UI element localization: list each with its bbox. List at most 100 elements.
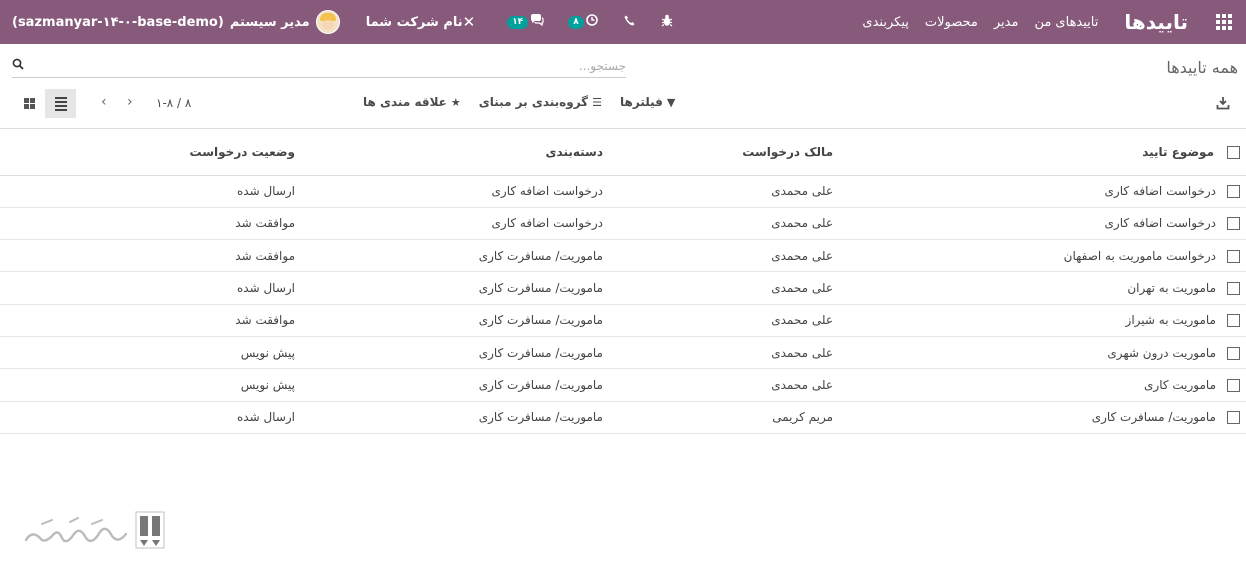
cell-subject: ماموریت به شیراز bbox=[833, 304, 1216, 337]
cell-category: ماموریت/ مسافرت کاری bbox=[295, 271, 603, 305]
menu-my-approvals[interactable]: تاییدهای من bbox=[1026, 15, 1106, 30]
cell-subject: ماموریت درون شهری bbox=[833, 336, 1216, 370]
cell-owner: علی محمدی bbox=[603, 271, 833, 305]
table-row[interactable]: درخواست اضافه کاری علی محمدی درخواست اضا… bbox=[0, 207, 1246, 241]
navbar-left: (sazmanyar-۱۴-۰-base-demo) مدیر سیستم نا… bbox=[0, 0, 673, 44]
cell-category: ماموریت/ مسافرت کاری bbox=[295, 304, 603, 337]
watermark-logo bbox=[24, 511, 165, 549]
row-select-cell bbox=[1216, 175, 1246, 208]
group-by-button[interactable]: ☰ گروه‌بندی بر مبنای bbox=[479, 95, 602, 109]
column-category[interactable]: دسته‌بندی bbox=[295, 129, 603, 176]
user-menu[interactable]: مدیر سیستم bbox=[230, 10, 340, 34]
row-select-cell bbox=[1216, 368, 1246, 402]
pager-previous-icon[interactable]: ‹ bbox=[101, 94, 107, 110]
main-menu: تاییدهای من مدیر محصولات پیکربندی bbox=[854, 15, 1106, 30]
list-icon bbox=[54, 96, 67, 111]
activities-badge: ۸ bbox=[568, 15, 584, 29]
menu-manager[interactable]: مدیر bbox=[986, 15, 1027, 30]
approvals-list: موضوع تایید مالک درخواست دسته‌بندی وضعیت… bbox=[0, 128, 1246, 434]
bars-icon: ☰ bbox=[592, 95, 603, 109]
row-checkbox[interactable] bbox=[1227, 378, 1240, 392]
cell-subject: درخواست اضافه کاری bbox=[833, 207, 1216, 241]
row-checkbox[interactable] bbox=[1227, 282, 1240, 296]
cell-owner: علی محمدی bbox=[603, 368, 833, 402]
favorites-label: علاقه مندی ها bbox=[363, 95, 447, 109]
kanban-view-button[interactable] bbox=[14, 89, 45, 118]
search-bar bbox=[12, 56, 626, 78]
row-checkbox[interactable] bbox=[1227, 249, 1240, 263]
cell-state: ارسال شده bbox=[0, 401, 295, 434]
cell-subject: درخواست ماموریت به اصفهان bbox=[833, 239, 1216, 273]
cell-owner: علی محمدی bbox=[603, 175, 833, 208]
company-name: نام شرکت شما bbox=[365, 14, 463, 30]
table-row[interactable]: ماموریت کاری علی محمدی ماموریت/ مسافرت ک… bbox=[0, 368, 1246, 402]
table-row[interactable]: ماموریت به تهران علی محمدی ماموریت/ مساف… bbox=[0, 271, 1246, 305]
top-navbar: تاییدها تاییدهای من مدیر محصولات پیکربند… bbox=[0, 0, 1246, 44]
select-all-cell bbox=[1216, 129, 1246, 176]
messaging-menu[interactable]: ۱۴ bbox=[507, 14, 544, 30]
table-row[interactable]: درخواست اضافه کاری علی محمدی درخواست اضا… bbox=[0, 175, 1246, 208]
cell-owner: علی محمدی bbox=[603, 239, 833, 273]
search-input[interactable] bbox=[30, 56, 626, 76]
company-switcher[interactable]: نام شرکت شما ✕ bbox=[366, 13, 484, 31]
cell-category: درخواست اضافه کاری bbox=[295, 175, 603, 208]
navbar-right: تاییدها تاییدهای من مدیر محصولات پیکربند… bbox=[854, 0, 1246, 44]
cell-owner: علی محمدی bbox=[603, 336, 833, 370]
download-icon[interactable] bbox=[1216, 96, 1230, 110]
table-row[interactable]: ماموریت/ مسافرت کاری مریم کریمی ماموریت/… bbox=[0, 401, 1246, 434]
bug-icon[interactable] bbox=[661, 14, 673, 31]
filters-button[interactable]: ▼ فیلترها bbox=[620, 95, 675, 109]
activity-menu[interactable]: ۸ bbox=[568, 14, 598, 30]
avatar bbox=[315, 10, 340, 34]
row-checkbox[interactable] bbox=[1227, 314, 1240, 328]
kanban-icon bbox=[24, 98, 35, 109]
favorites-button[interactable]: ★ علاقه مندی ها bbox=[363, 95, 461, 109]
column-owner[interactable]: مالک درخواست bbox=[603, 129, 833, 176]
menu-configuration[interactable]: پیکربندی bbox=[854, 15, 916, 30]
row-checkbox[interactable] bbox=[1227, 185, 1240, 199]
cell-category: ماموریت/ مسافرت کاری bbox=[295, 336, 603, 370]
row-select-cell bbox=[1216, 304, 1246, 337]
menu-products[interactable]: محصولات bbox=[917, 15, 986, 30]
cell-state: موافقت شد bbox=[0, 239, 295, 273]
chat-icon bbox=[530, 14, 544, 30]
table-row[interactable]: ماموریت درون شهری علی محمدی ماموریت/ مسا… bbox=[0, 336, 1246, 370]
cell-category: ماموریت/ مسافرت کاری bbox=[295, 368, 603, 402]
search-icon[interactable] bbox=[12, 58, 24, 70]
phone-icon[interactable] bbox=[624, 15, 635, 30]
list-view-button[interactable] bbox=[45, 89, 76, 118]
clock-icon bbox=[585, 14, 598, 30]
approvals-table: موضوع تایید مالک درخواست دسته‌بندی وضعیت… bbox=[0, 129, 1246, 434]
cell-subject: ماموریت به تهران bbox=[833, 271, 1216, 305]
cell-owner: علی محمدی bbox=[603, 304, 833, 337]
row-select-cell bbox=[1216, 336, 1246, 370]
row-checkbox[interactable] bbox=[1227, 346, 1240, 360]
row-checkbox[interactable] bbox=[1227, 217, 1240, 231]
table-row[interactable]: ماموریت به شیراز علی محمدی ماموریت/ مساف… bbox=[0, 304, 1246, 337]
cell-category: ماموریت/ مسافرت کاری bbox=[295, 239, 603, 273]
cell-state: پیش نویس bbox=[0, 336, 295, 370]
pager-next-icon[interactable]: › bbox=[127, 94, 133, 110]
row-select-cell bbox=[1216, 207, 1246, 241]
row-select-cell bbox=[1216, 401, 1246, 434]
messages-badge: ۱۴ bbox=[507, 15, 529, 29]
row-select-cell bbox=[1216, 271, 1246, 305]
column-subject[interactable]: موضوع تایید bbox=[833, 129, 1216, 176]
star-icon: ★ bbox=[450, 95, 461, 109]
pager-value[interactable]: ۱-۸ / ۸ bbox=[156, 96, 191, 110]
filter-icon: ▼ bbox=[666, 95, 676, 109]
cell-state: موافقت شد bbox=[0, 304, 295, 337]
group-by-label: گروه‌بندی بر مبنای bbox=[478, 95, 589, 109]
tools-icon: ✕ bbox=[462, 13, 476, 31]
row-select-cell bbox=[1216, 239, 1246, 273]
row-checkbox[interactable] bbox=[1227, 411, 1240, 425]
breadcrumb: همه تاییدها bbox=[1166, 58, 1238, 77]
select-all-checkbox[interactable] bbox=[1227, 145, 1240, 159]
app-brand[interactable]: تاییدها bbox=[1106, 10, 1202, 34]
apps-menu-icon[interactable] bbox=[1202, 0, 1246, 44]
view-switcher bbox=[14, 89, 76, 118]
filters-label: فیلترها bbox=[620, 95, 663, 109]
cell-subject: درخواست اضافه کاری bbox=[833, 175, 1216, 208]
table-row[interactable]: درخواست ماموریت به اصفهان علی محمدی مامو… bbox=[0, 239, 1246, 273]
column-state[interactable]: وضعیت درخواست bbox=[0, 129, 295, 176]
